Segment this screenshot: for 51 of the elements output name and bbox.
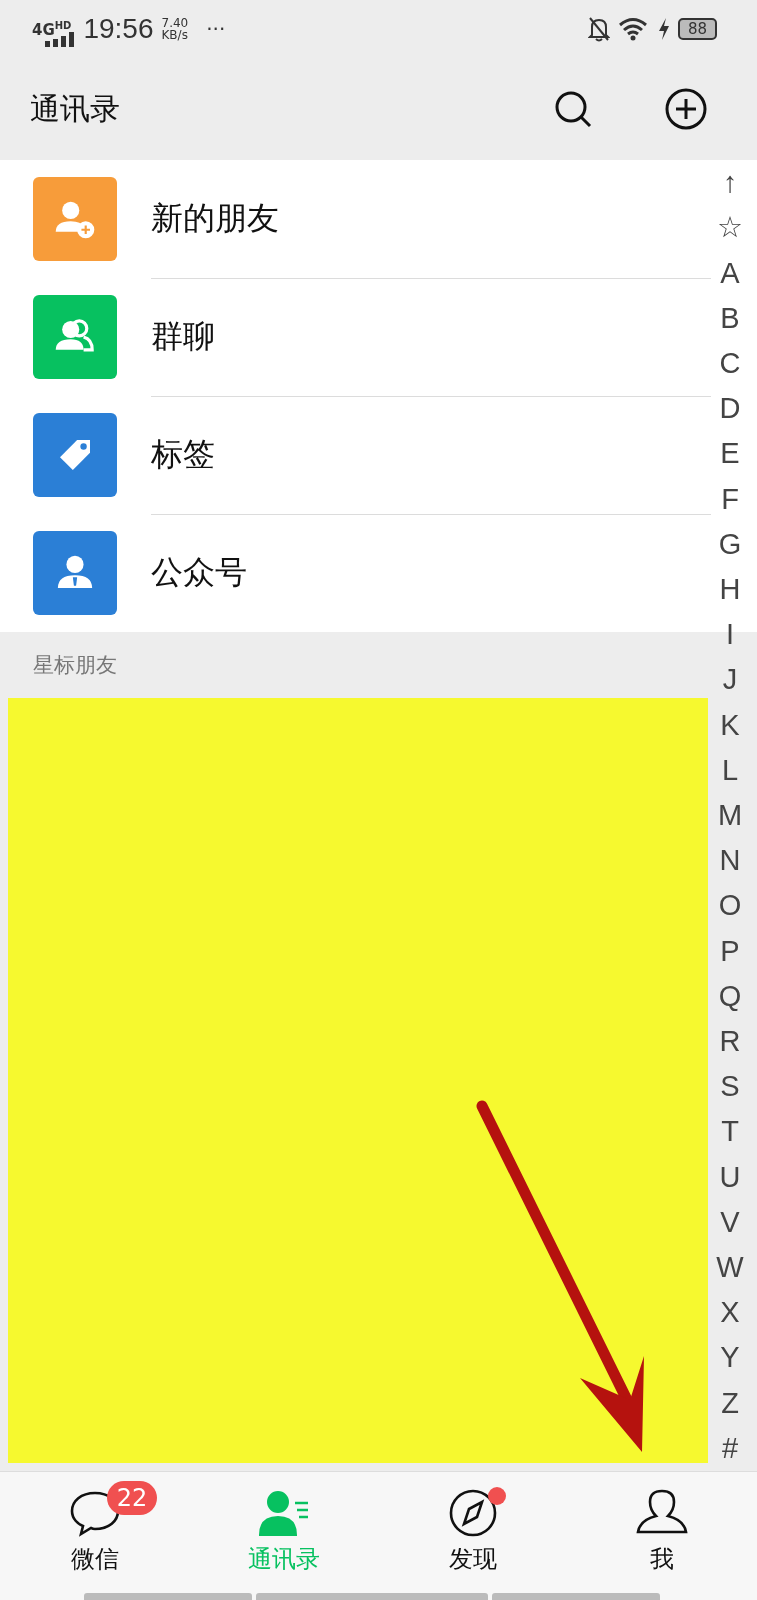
index-letter[interactable]: U	[719, 1162, 741, 1192]
more-indicator: ···	[206, 17, 226, 41]
section-header: 星标朋友	[33, 652, 117, 679]
index-letter[interactable]: L	[721, 755, 739, 785]
search-icon[interactable]	[553, 89, 593, 129]
index-letter[interactable]: V	[720, 1207, 740, 1237]
index-letter[interactable]: ☆	[717, 213, 743, 243]
tab-bar-item[interactable]: 我	[567, 1472, 757, 1590]
index-letter[interactable]: N	[719, 846, 741, 876]
contact-menu-item[interactable]: 标签	[0, 396, 711, 514]
tab-bar-item[interactable]: 发现	[378, 1472, 568, 1590]
index-letter[interactable]: K	[720, 710, 740, 740]
add-icon[interactable]	[665, 88, 707, 130]
index-letter[interactable]: E	[720, 439, 740, 469]
index-letter[interactable]: D	[719, 394, 741, 424]
index-letter[interactable]: X	[720, 1298, 740, 1328]
page-title: 通讯录	[30, 89, 120, 128]
network-label: 4G$^{HD}$	[32, 19, 72, 39]
index-letter[interactable]: ↑	[722, 168, 738, 198]
index-letter[interactable]: W	[716, 1252, 744, 1282]
battery-indicator: 88	[677, 18, 717, 40]
contact-menu-item[interactable]: 新的朋友	[0, 160, 711, 278]
tab-bar-item[interactable]: 22 微信	[0, 1472, 190, 1590]
compass-icon	[448, 1488, 499, 1538]
speed-value: 7.40	[161, 17, 189, 29]
clock: 19:56	[83, 13, 154, 45]
index-letter[interactable]: P	[720, 936, 740, 966]
index-letter[interactable]: I	[725, 620, 735, 650]
index-letter[interactable]: S	[720, 1072, 740, 1102]
index-letter[interactable]: B	[720, 303, 740, 333]
index-letter[interactable]: Y	[720, 1343, 740, 1373]
index-letter[interactable]: H	[719, 574, 741, 604]
index-letter[interactable]: R	[719, 1026, 741, 1056]
index-letter[interactable]: G	[718, 529, 742, 559]
contact-menu-item[interactable]: 公众号	[0, 514, 711, 632]
index-letter[interactable]: Q	[718, 981, 742, 1011]
index-letter[interactable]: C	[719, 348, 741, 378]
index-letter[interactable]: A	[720, 258, 740, 288]
bell-muted-icon	[587, 16, 610, 42]
index-letter[interactable]: #	[721, 1433, 739, 1463]
unread-badge: 22	[106, 1481, 158, 1515]
index-letter[interactable]: J	[722, 665, 738, 695]
speed-unit: KB/s	[161, 29, 189, 41]
charging-icon	[657, 18, 670, 40]
index-letter[interactable]: Z	[721, 1388, 739, 1418]
contacts-icon	[257, 1489, 310, 1537]
index-letter[interactable]: T	[721, 1117, 739, 1147]
index-letter[interactable]: O	[718, 891, 742, 921]
contact-menu-item[interactable]: 群聊	[0, 278, 711, 396]
index-letter[interactable]: F	[721, 484, 739, 514]
index-letter[interactable]: M	[717, 800, 743, 830]
